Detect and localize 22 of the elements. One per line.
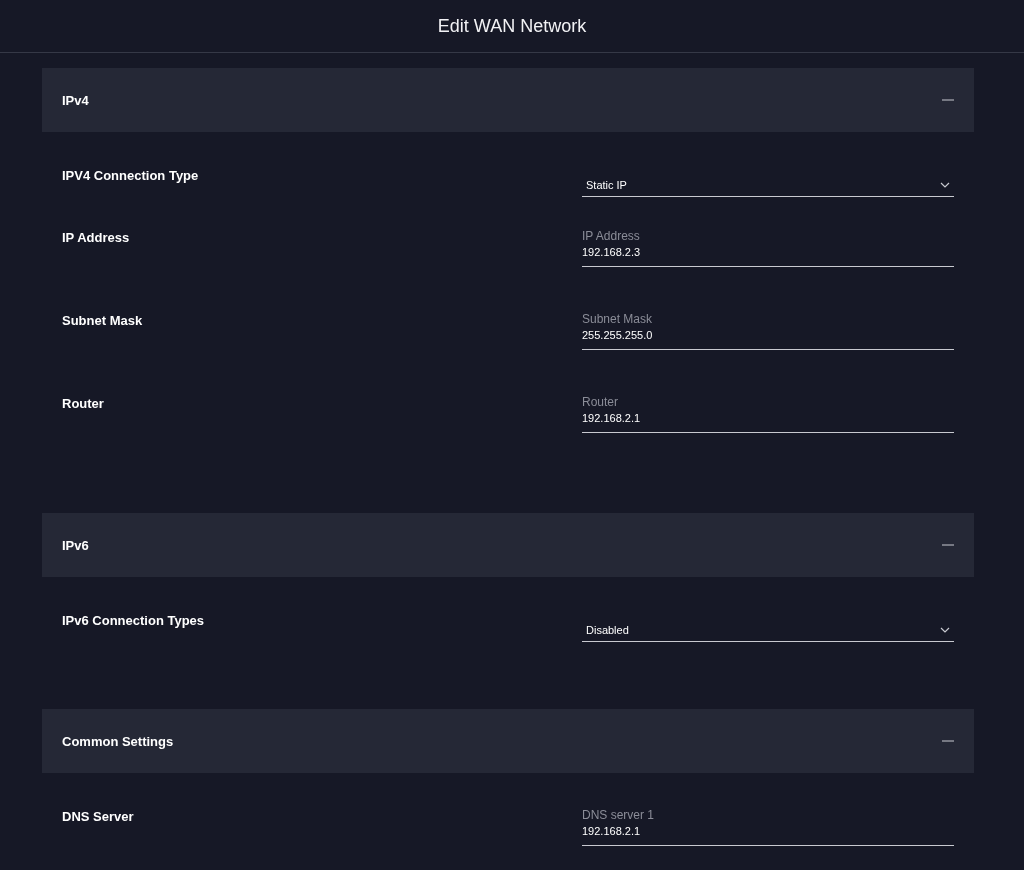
dropdown[interactable]: Static IP: [582, 174, 954, 197]
field-label: Router: [62, 395, 104, 413]
input-label: IP Address: [582, 228, 641, 243]
input-field[interactable]: 192.168.2.1: [582, 822, 954, 846]
field-label: IPV4 Connection Type: [62, 167, 199, 185]
page-title: Edit WAN Network: [437, 15, 587, 37]
field-label: Subnet Mask: [62, 312, 143, 330]
input-label: Subnet Mask: [582, 311, 654, 326]
chevron-down-icon: [940, 182, 950, 188]
input-label: DNS server 1: [582, 807, 656, 822]
field-label: IP Address: [62, 229, 130, 247]
section-header[interactable]: Common Settings: [42, 709, 974, 773]
field-label: IPv6 Connection Types: [62, 612, 205, 630]
section-header[interactable]: IPv6: [42, 513, 974, 577]
field-label: DNS Server: [62, 808, 134, 826]
input-field[interactable]: 192.168.2.3: [582, 243, 954, 267]
input-label: Router: [582, 394, 620, 409]
dropdown[interactable]: Disabled: [582, 619, 954, 642]
input-field[interactable]: 192.168.2.1: [582, 409, 954, 433]
input-field[interactable]: 255.255.255.0: [582, 326, 954, 350]
section-header[interactable]: IPv4: [42, 68, 974, 132]
chevron-down-icon: [940, 627, 950, 633]
